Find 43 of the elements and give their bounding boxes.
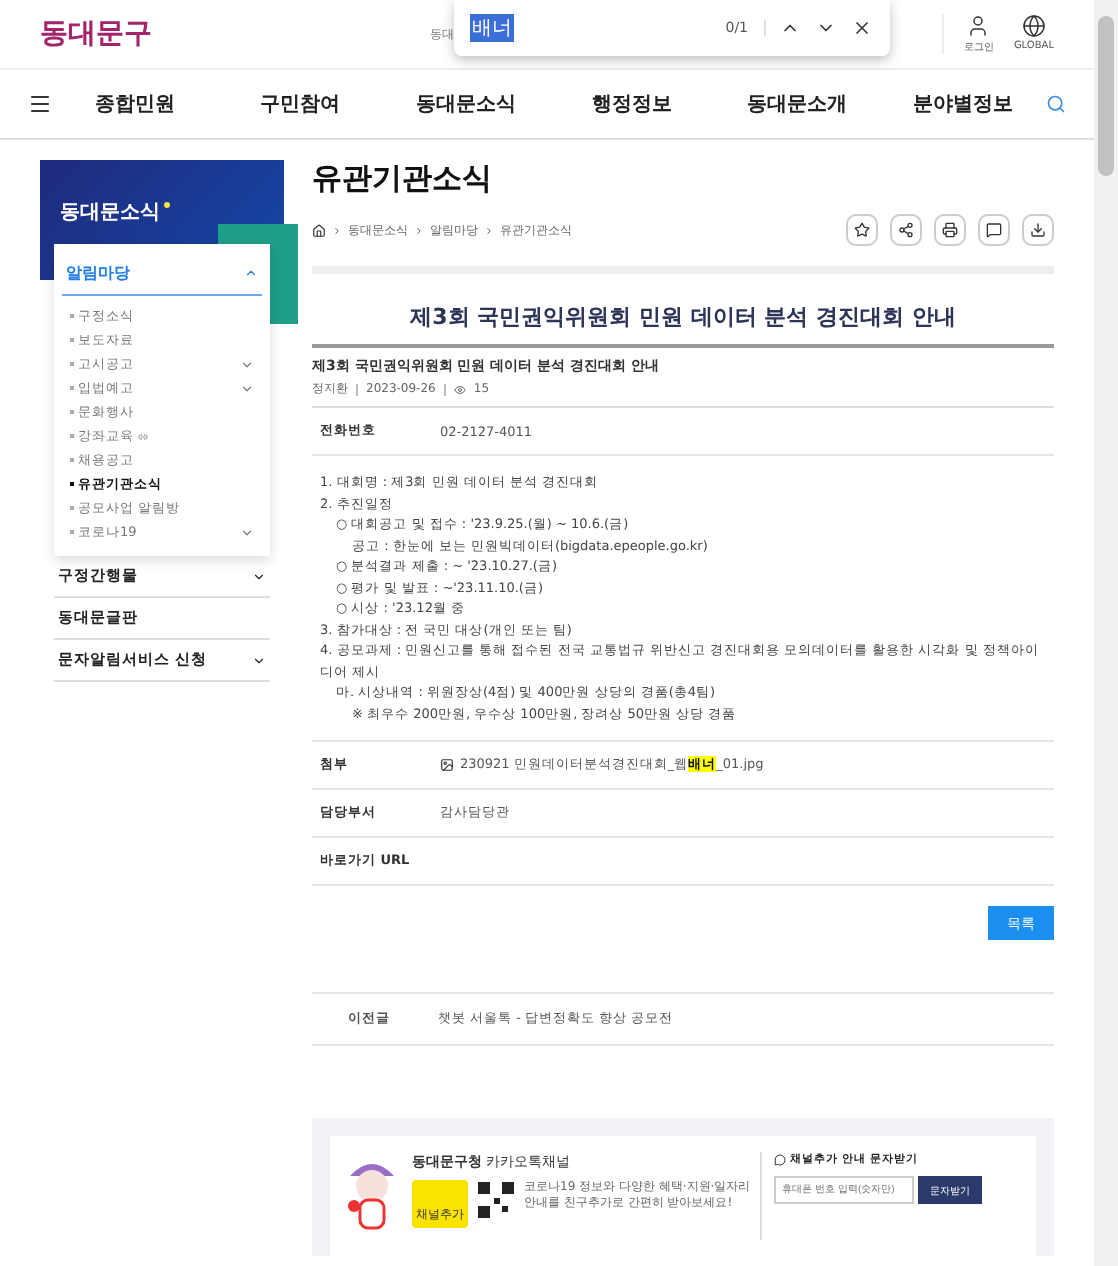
speech-bubble-icon <box>986 222 1002 238</box>
chevron-right-icon <box>484 225 494 235</box>
chevron-down-icon <box>252 569 266 583</box>
nav-item[interactable]: 동대문소식 <box>383 90 549 118</box>
chevron-right-icon <box>332 225 342 235</box>
globe-icon[interactable] <box>1021 14 1046 38</box>
share-icon <box>898 222 914 238</box>
speech-bubble-button[interactable] <box>978 214 1010 246</box>
logo[interactable]: 동대문구 <box>40 16 152 52</box>
nav-item[interactable]: 구민참여 <box>217 90 384 118</box>
nav-item[interactable]: 종합민원 <box>52 90 218 118</box>
close-icon <box>852 18 872 38</box>
chevron-up-icon <box>244 266 258 280</box>
printer-button[interactable] <box>934 214 966 246</box>
chevron-down-icon <box>240 525 254 539</box>
chevron-down-icon <box>252 653 266 667</box>
menu-item[interactable]: 알림마당 <box>62 252 262 296</box>
chevron-right-icon <box>414 225 424 235</box>
chat-icon <box>774 1153 787 1165</box>
star-icon <box>854 222 870 238</box>
find-query[interactable]: 배너 <box>470 14 514 42</box>
download-icon <box>1030 222 1046 238</box>
eye-icon <box>453 383 466 395</box>
article-heading: 제3회 국민권익위원회 민원 데이터 분석 경진대회 안내 <box>312 302 1054 348</box>
link-icon <box>138 431 148 441</box>
image-file-icon <box>440 758 454 772</box>
star-button[interactable] <box>846 214 878 246</box>
download-button[interactable] <box>1022 214 1054 246</box>
close-button[interactable] <box>850 16 874 40</box>
page-title: 유관기관소식 <box>312 160 494 198</box>
printer-icon <box>942 222 958 238</box>
scrollbar-thumb[interactable] <box>1098 16 1114 176</box>
qr-code <box>476 1180 516 1220</box>
share-button[interactable] <box>890 214 922 246</box>
menu-icon[interactable] <box>28 92 52 116</box>
search-icon[interactable] <box>1045 94 1066 114</box>
home-icon[interactable] <box>312 223 326 237</box>
nav-item[interactable]: 행정정보 <box>548 90 715 118</box>
section-title: 동대문소식 <box>60 200 170 228</box>
nav-item[interactable]: 분야별정보 <box>880 90 1046 118</box>
user-icon[interactable] <box>966 14 991 38</box>
nav-item[interactable]: 동대문소개 <box>714 90 881 118</box>
scrollbar[interactable] <box>1094 0 1118 1266</box>
